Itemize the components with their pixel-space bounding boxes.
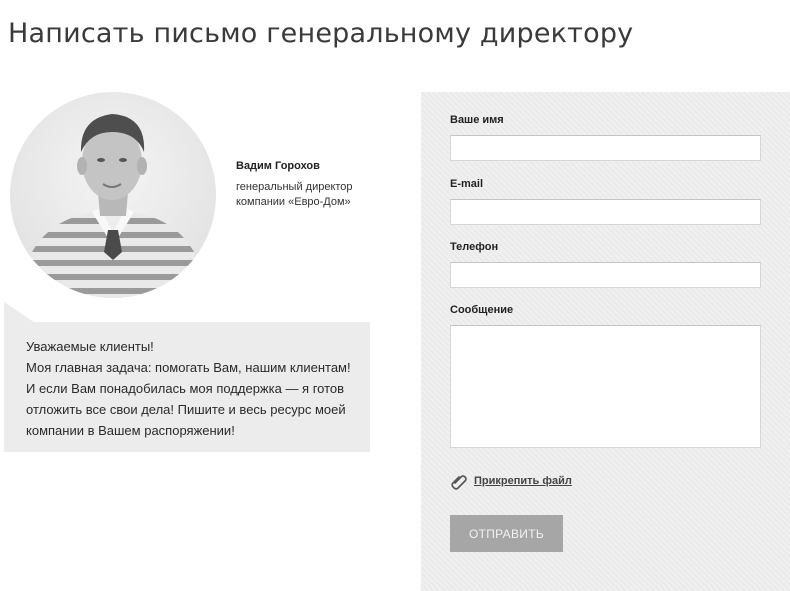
submit-button[interactable]: ОТПРАВИТЬ (450, 515, 563, 552)
director-message: Уважаемые клиенты! Моя главная задача: п… (26, 339, 351, 438)
paperclip-icon (451, 475, 467, 490)
email-label: E-mail (450, 178, 484, 190)
page-title: Написать письмо генеральному директору (8, 18, 634, 49)
speech-bubble: Уважаемые клиенты! Моя главная задача: п… (4, 322, 370, 452)
director-name: Вадим Горохов (236, 160, 320, 172)
director-photo (10, 92, 216, 298)
email-input[interactable] (450, 199, 761, 225)
name-label: Ваше имя (450, 114, 504, 126)
director-portrait-image (28, 114, 200, 298)
message-textarea[interactable] (450, 325, 761, 448)
phone-label: Телефон (450, 241, 499, 253)
director-section: Вадим Горохов генеральный директор компа… (0, 90, 400, 470)
attach-file-label[interactable]: Прикрепить файл (474, 475, 572, 487)
phone-input[interactable] (450, 262, 761, 288)
attach-file-link[interactable]: Прикрепить файл (450, 472, 572, 490)
speech-bubble-tail (4, 302, 34, 322)
director-role: генеральный директор компании «Евро-Дом» (236, 181, 353, 208)
message-label: Сообщение (450, 304, 514, 316)
name-input[interactable] (450, 135, 761, 161)
contact-form: Ваше имя E-mail Телефон Сообщение Прикре… (421, 92, 790, 591)
